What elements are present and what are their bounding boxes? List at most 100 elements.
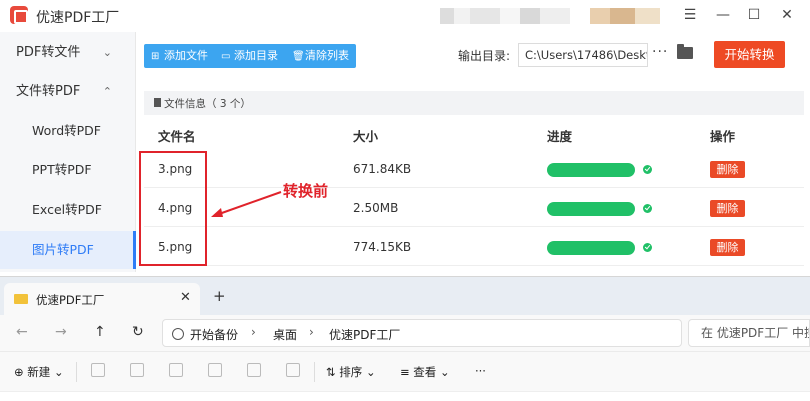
copy-icon[interactable] (130, 363, 144, 377)
tab-pdf-factory[interactable]: 优速PDF工厂 ✕ (4, 283, 200, 315)
tab-title: 优速PDF工厂 (36, 293, 105, 307)
address-row: ← → ↑ ↻ 开始备份 › 桌面 › 优速PDF工厂 在 优速PDF工厂 中搜… (0, 315, 810, 351)
sidebar-item-file-to-pdf[interactable]: 文件转PDF ⌃ (0, 73, 136, 111)
sidebar-item-excel-to-pdf[interactable]: Excel转PDF (0, 191, 136, 229)
start-convert-button[interactable]: 开始转换 (714, 41, 785, 68)
share-icon[interactable] (247, 363, 261, 377)
title-bar: 优速PDF工厂 ☰ — ☐ ✕ (0, 0, 810, 32)
tab-strip: 优速PDF工厂 ✕ + (0, 277, 810, 315)
back-button[interactable]: ← (16, 324, 28, 340)
divider (314, 362, 315, 382)
add-file-button[interactable]: ⊞ 添加文件 (151, 44, 208, 68)
minimize-button[interactable]: — (712, 4, 734, 26)
progress-bar (547, 163, 635, 177)
divider (76, 362, 77, 382)
chevron-up-icon: ⌃ (102, 85, 112, 98)
sidebar-item-label: Word转PDF (32, 123, 101, 138)
blurred-region (440, 8, 570, 24)
app-title: 优速PDF工厂 (36, 10, 120, 26)
annotation-arrow-icon (211, 191, 282, 217)
blurred-avatar (590, 8, 660, 24)
chevron-down-icon: ⌄ (102, 46, 112, 59)
delete-button[interactable]: 删除 (710, 161, 745, 178)
add-file-label: 添加文件 (164, 49, 208, 62)
forward-button[interactable]: → (55, 324, 67, 340)
sidebar-item-label: PPT转PDF (32, 162, 92, 177)
header-progress: 进度 (547, 129, 573, 144)
folder-icon: ▭ (221, 51, 231, 62)
new-button[interactable]: ⊕ 新建 ⌄ (14, 364, 64, 380)
annotation-highlight-box (139, 151, 207, 266)
file-size: 774.15KB (353, 240, 412, 254)
plus-icon: ⊞ (151, 51, 160, 62)
refresh-button[interactable]: ↻ (132, 324, 144, 340)
breadcrumb-item[interactable]: 开始备份 (190, 326, 238, 343)
file-size: 671.84KB (353, 162, 412, 176)
menu-icon[interactable]: ☰ (679, 4, 701, 26)
sidebar-item-image-to-pdf[interactable]: 图片转PDF (0, 231, 136, 269)
up-button[interactable]: ↑ (94, 324, 106, 340)
close-tab-icon[interactable]: ✕ (180, 290, 191, 305)
header-size: 大小 (353, 129, 379, 144)
sidebar-item-label: Excel转PDF (32, 202, 102, 217)
close-button[interactable]: ✕ (776, 4, 798, 26)
delete-button[interactable]: 删除 (710, 239, 745, 256)
toolbar-button-group: ⊞ 添加文件 ▭ 添加目录 🗑清除列表 (144, 44, 356, 68)
progress-bar (547, 202, 635, 216)
paste-icon[interactable] (169, 363, 183, 377)
maximize-button[interactable]: ☐ (743, 4, 765, 26)
sidebar-item-word-to-pdf[interactable]: Word转PDF (0, 112, 136, 150)
sidebar-item-label: 图片转PDF (32, 242, 94, 257)
rename-icon[interactable] (208, 363, 222, 377)
new-tab-button[interactable]: + (213, 287, 226, 305)
sidebar-item-label: PDF转文件 (16, 45, 81, 60)
cloud-backup-icon (172, 328, 184, 340)
file-explorer-window: 优速PDF工厂 ✕ + ← → ↑ ↻ 开始备份 › 桌面 › 优速PDF工厂 … (0, 276, 810, 401)
breadcrumb-separator: › (251, 325, 256, 339)
app-logo-icon (10, 6, 28, 24)
breadcrumb-item[interactable]: 桌面 (273, 326, 297, 343)
search-input[interactable]: 在 优速PDF工厂 中搜索 (688, 319, 810, 347)
annotation-label: 转换前 (283, 182, 329, 200)
folder-icon (14, 294, 28, 304)
output-dir-field[interactable]: C:\Users\17486\Deskto (518, 43, 648, 67)
document-icon (154, 98, 161, 107)
delete-icon[interactable] (286, 363, 300, 377)
add-dir-label: 添加目录 (234, 49, 278, 62)
view-button[interactable]: ≡ 查看 ⌄ (400, 364, 450, 380)
header-action: 操作 (710, 129, 736, 144)
breadcrumb-item[interactable]: 优速PDF工厂 (329, 326, 400, 343)
check-icon (643, 165, 652, 174)
cut-icon[interactable] (91, 363, 105, 377)
clear-list-button[interactable]: 🗑清除列表 (292, 44, 349, 68)
sort-label: 排序 (339, 365, 363, 379)
progress-bar (547, 241, 635, 255)
sidebar: PDF转文件 ⌄ 文件转PDF ⌃ Word转PDF PPT转PDF Excel… (0, 32, 136, 272)
trash-icon: 🗑 (292, 51, 305, 62)
sidebar-item-ppt-to-pdf[interactable]: PPT转PDF (0, 151, 136, 189)
sidebar-item-label: 文件转PDF (16, 84, 81, 99)
table-row: 3.png 671.84KB 删除 (144, 150, 804, 188)
check-icon (643, 204, 652, 213)
add-dir-button[interactable]: ▭ 添加目录 (221, 44, 278, 68)
command-bar: ⊕ 新建 ⌄ ⇅ 排序 ⌄ ≡ 查看 ⌄ ··· (0, 351, 810, 391)
table-row: 5.png 774.15KB 删除 (144, 228, 804, 266)
check-icon (643, 243, 652, 252)
file-size: 2.50MB (353, 201, 399, 215)
file-info-label: 文件信息（ 3 个） (164, 98, 251, 110)
breadcrumb-separator: › (309, 325, 314, 339)
view-label: 查看 (413, 365, 437, 379)
header-name: 文件名 (158, 129, 196, 144)
address-bar[interactable]: 开始备份 › 桌面 › 优速PDF工厂 (162, 319, 682, 347)
sidebar-item-pdf-to-file[interactable]: PDF转文件 ⌄ (0, 34, 136, 72)
output-dir-label: 输出目录: (458, 49, 511, 63)
open-folder-icon[interactable] (677, 44, 693, 59)
more-commands-button[interactable]: ··· (475, 364, 486, 378)
more-options-button[interactable]: ··· (652, 44, 668, 60)
sort-button[interactable]: ⇅ 排序 ⌄ (326, 364, 376, 380)
pdf-app-window: 优速PDF工厂 ☰ — ☐ ✕ PDF转文件 ⌄ 文件转PDF ⌃ Word转P… (0, 0, 810, 272)
file-info-bar: 文件信息（ 3 个） (144, 91, 804, 115)
clear-list-label: 清除列表 (305, 49, 349, 62)
new-label: 新建 (27, 365, 51, 379)
delete-button[interactable]: 删除 (710, 200, 745, 217)
